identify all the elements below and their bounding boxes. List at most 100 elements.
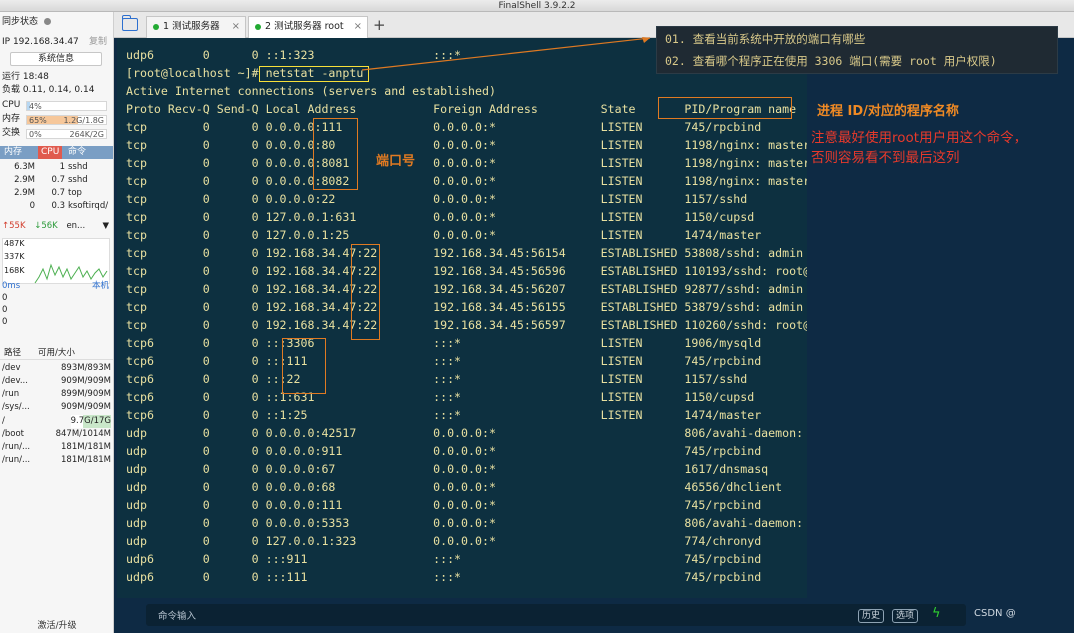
disk-size: 847M/1014M <box>55 429 111 439</box>
sync-status[interactable]: 同步状态 <box>2 16 111 29</box>
net-download: ↓56K <box>34 221 58 231</box>
latency-row: 0 <box>2 317 8 327</box>
tcp6-port-highlight-box <box>282 338 326 394</box>
terminal-line: tcp6 0 0 ::1:25 :::* LISTEN 1474/master <box>126 408 762 422</box>
disk-row: / 9.7G/17G <box>0 415 113 428</box>
memory-usage: 内存 65% 1.2G/1.8G <box>2 113 111 126</box>
process-row[interactable]: 6.3M 1 sshd <box>0 162 113 173</box>
latency-value: 0ms <box>2 281 21 291</box>
disk-row: /dev... 909M/909M <box>0 375 113 388</box>
tab-label: 1 测试服务器 <box>163 21 220 32</box>
activate-upgrade-link[interactable]: 激活/升级 <box>0 618 114 631</box>
history-button[interactable]: 历史 <box>858 609 885 623</box>
terminal-line: tcp 0 0 0.0.0.0:111 0.0.0.0:* LISTEN 745… <box>126 120 762 134</box>
terminal-line: tcp 0 0 0.0.0.0:8082 0.0.0.0:* LISTEN 11… <box>126 174 811 188</box>
disk-size: 893M/893M <box>61 363 111 373</box>
root-warning-line-2: 否则容易看不到最后这列 <box>811 150 960 166</box>
process-cpu: 1 <box>59 162 65 172</box>
disk-size: 899M/909M <box>61 389 111 399</box>
swap-detail: 264K/2G <box>69 130 105 139</box>
tab-server-2-root[interactable]: 2 测试服务器 root × <box>248 16 368 38</box>
process-col-mem[interactable]: 内存 <box>4 146 22 159</box>
terminal-line: tcp 0 0 0.0.0.0:8081 0.0.0.0:* LISTEN 11… <box>126 156 811 170</box>
net-upload: ↑55K <box>2 221 26 231</box>
disk-path: /run/... <box>2 455 31 465</box>
disk-size: 909M/909M <box>61 402 111 412</box>
terminal-line: tcp 0 0 192.168.34.47:22 192.168.34.45:5… <box>126 300 818 314</box>
process-row[interactable]: 2.9M 0.7 sshd <box>0 175 113 186</box>
net-scale-low: 168K <box>4 266 25 275</box>
system-info-button[interactable]: 系统信息 <box>10 52 102 66</box>
process-mem: 2.9M <box>14 175 35 185</box>
disk-size: 909M/909M <box>61 376 111 386</box>
process-col-cmd[interactable]: 命令 <box>68 146 86 159</box>
pid-column-highlight-box <box>658 97 792 119</box>
tab-server-1[interactable]: 1 测试服务器 × <box>146 16 246 38</box>
disk-table-header: 路径 可用/大小 <box>0 347 113 360</box>
sidebar: 同步状态 IP 192.168.34.47 复制 系统信息 运行 18:48 负… <box>0 12 114 633</box>
terminal-line: tcp 0 0 127.0.0.1:25 0.0.0.0:* LISTEN 14… <box>126 228 762 242</box>
memory-percent: 65% <box>29 116 47 125</box>
annotation-pane: 进程 ID/对应的程序名称 注意最好使用root用户用这个命令， 否则容易看不到… <box>807 38 1074 598</box>
process-cpu: 0.3 <box>51 201 65 211</box>
cpu-bar: 4% <box>26 101 107 111</box>
process-table-header: 内存 CPU 命令 <box>0 146 113 159</box>
close-icon[interactable]: × <box>232 17 240 37</box>
connected-dot-icon <box>255 24 261 30</box>
port-annotation: 端口号 <box>376 154 416 169</box>
network-chart: 487K 337K 168K <box>2 238 110 284</box>
ssh-port-highlight-box <box>351 244 380 340</box>
terminal-line: Active Internet connections (servers and… <box>126 84 496 98</box>
lightning-icon[interactable]: ϟ <box>932 606 941 621</box>
cpu-label: CPU <box>2 100 21 110</box>
terminal-line: tcp 0 0 0.0.0.0:22 0.0.0.0:* LISTEN 1157… <box>126 192 748 206</box>
process-mem: 0 <box>29 201 35 211</box>
memory-detail: 1.2G/1.8G <box>63 116 104 125</box>
process-cpu: 0.7 <box>51 188 65 198</box>
chevron-down-icon[interactable]: ▼ <box>102 220 109 233</box>
folder-icon[interactable] <box>122 15 138 31</box>
disk-row: /run/... 181M/181M <box>0 441 113 454</box>
load-average: 负载 0.11, 0.14, 0.14 <box>2 85 95 95</box>
disk-col-size: 可用/大小 <box>38 348 75 358</box>
net-scale-mid: 337K <box>4 252 25 261</box>
disk-size: 9.7G/17G <box>70 415 111 428</box>
command-notes-popup: 01. 查看当前系统中开放的端口有哪些 02. 查看哪个程序正在使用 3306 … <box>656 26 1058 74</box>
options-button[interactable]: 选项 <box>892 609 919 623</box>
disk-path: /run/... <box>2 442 31 452</box>
process-cmd: top <box>68 188 82 198</box>
connected-dot-icon <box>153 24 159 30</box>
csdn-watermark: CSDN @ <box>974 608 1016 619</box>
process-cmd: ksoftirqd/ <box>68 201 109 211</box>
terminal-line: udp 0 0 0.0.0.0:911 0.0.0.0:* 745/rpcbin… <box>126 444 762 458</box>
network-header: ↑55K ↓56K en... ▼ <box>2 220 111 233</box>
disk-path: / <box>2 416 5 426</box>
terminal-output[interactable]: udp6 0 0 ::1:323 :::* [root@localhost ~]… <box>117 38 817 598</box>
port-highlight-box <box>313 118 358 190</box>
disk-path: /dev <box>2 363 21 373</box>
disk-path: /sys/... <box>2 402 30 412</box>
process-mem: 2.9M <box>14 188 35 198</box>
ip-row: IP 192.168.34.47 复制 <box>2 36 111 49</box>
net-interface-select[interactable]: en... <box>66 221 85 231</box>
note-line-1: 01. 查看当前系统中开放的端口有哪些 <box>665 32 866 46</box>
copy-ip-button[interactable]: 复制 <box>89 36 107 49</box>
title-bar: FinalShell 3.9.2.2 <box>0 0 1074 12</box>
swap-percent: 0% <box>29 130 42 139</box>
terminal-line: tcp6 0 0 :::3306 :::* LISTEN 1906/mysqld <box>126 336 762 350</box>
process-row[interactable]: 0 0.3 ksoftirqd/ <box>0 201 113 212</box>
memory-label: 内存 <box>2 114 21 124</box>
terminal-line: tcp6 0 0 :::22 :::* LISTEN 1157/sshd <box>126 372 748 386</box>
terminal-line: udp 0 0 0.0.0.0:111 0.0.0.0:* 745/rpcbin… <box>126 498 762 512</box>
terminal-line: tcp6 0 0 ::1:631 :::* LISTEN 1150/cupsd <box>126 390 755 404</box>
swap-bar: 0% 264K/2G <box>26 129 107 139</box>
command-input[interactable]: 命令输入 <box>146 604 966 626</box>
note-line-2: 02. 查看哪个程序正在使用 3306 端口(需要 root 用户权限) <box>665 54 997 68</box>
net-scale-high: 487K <box>4 239 25 248</box>
disk-size: 181M/181M <box>61 442 111 452</box>
disk-row: /sys/... 909M/909M <box>0 401 113 414</box>
process-col-cpu[interactable]: CPU <box>38 146 63 159</box>
process-row[interactable]: 2.9M 0.7 top <box>0 188 113 199</box>
arrow-head-icon <box>642 37 650 43</box>
command-input-placeholder: 命令输入 <box>158 611 197 622</box>
